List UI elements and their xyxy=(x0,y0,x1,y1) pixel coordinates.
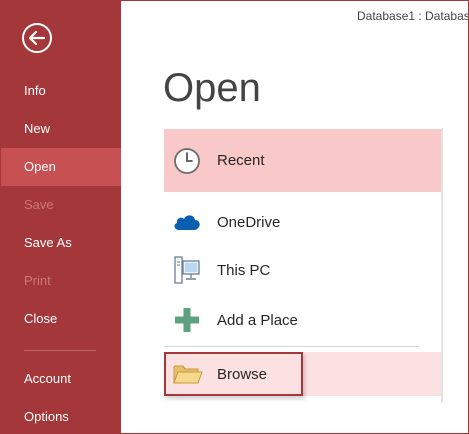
location-onedrive[interactable]: OneDrive xyxy=(164,198,441,246)
page-title: Open xyxy=(163,66,261,110)
location-this-pc[interactable]: This PC xyxy=(164,246,441,294)
open-locations-list: Recent OneDrive This PC Add a Place Brow… xyxy=(164,128,441,403)
location-label: Recent xyxy=(217,152,265,169)
nav-options[interactable]: Options xyxy=(1,398,121,433)
locations-scroll-rail xyxy=(441,128,443,403)
back-button[interactable] xyxy=(22,23,52,53)
nav-account[interactable]: Account xyxy=(1,360,121,398)
window-title: Database1 : Database xyxy=(357,9,469,23)
clock-icon xyxy=(172,146,202,176)
location-browse[interactable]: Browse xyxy=(164,352,303,396)
nav-new[interactable]: New xyxy=(1,110,121,148)
nav-info[interactable]: Info xyxy=(1,72,121,110)
nav-save-as[interactable]: Save As xyxy=(1,224,121,262)
locations-separator xyxy=(164,346,419,347)
backstage-window: Info New Open Save Save As Print Close A… xyxy=(0,0,469,434)
location-label: OneDrive xyxy=(217,213,281,231)
location-add-a-place[interactable]: Add a Place xyxy=(164,296,441,344)
folder-icon xyxy=(173,360,203,388)
backstage-sidebar: Info New Open Save Save As Print Close A… xyxy=(1,1,121,433)
nav-close[interactable]: Close xyxy=(1,300,121,338)
location-recent[interactable]: Recent xyxy=(164,129,441,192)
plus-icon xyxy=(172,305,202,335)
location-label: Add a Place xyxy=(217,311,298,329)
location-label: This PC xyxy=(217,261,271,279)
cloud-icon xyxy=(172,207,202,237)
nav-open[interactable]: Open xyxy=(1,148,121,186)
back-arrow-icon xyxy=(29,31,45,45)
computer-icon xyxy=(172,255,202,285)
sidebar-divider xyxy=(24,350,96,351)
nav-print: Print xyxy=(24,273,51,288)
nav-save: Save xyxy=(24,197,54,212)
location-label: Browse xyxy=(217,365,268,383)
